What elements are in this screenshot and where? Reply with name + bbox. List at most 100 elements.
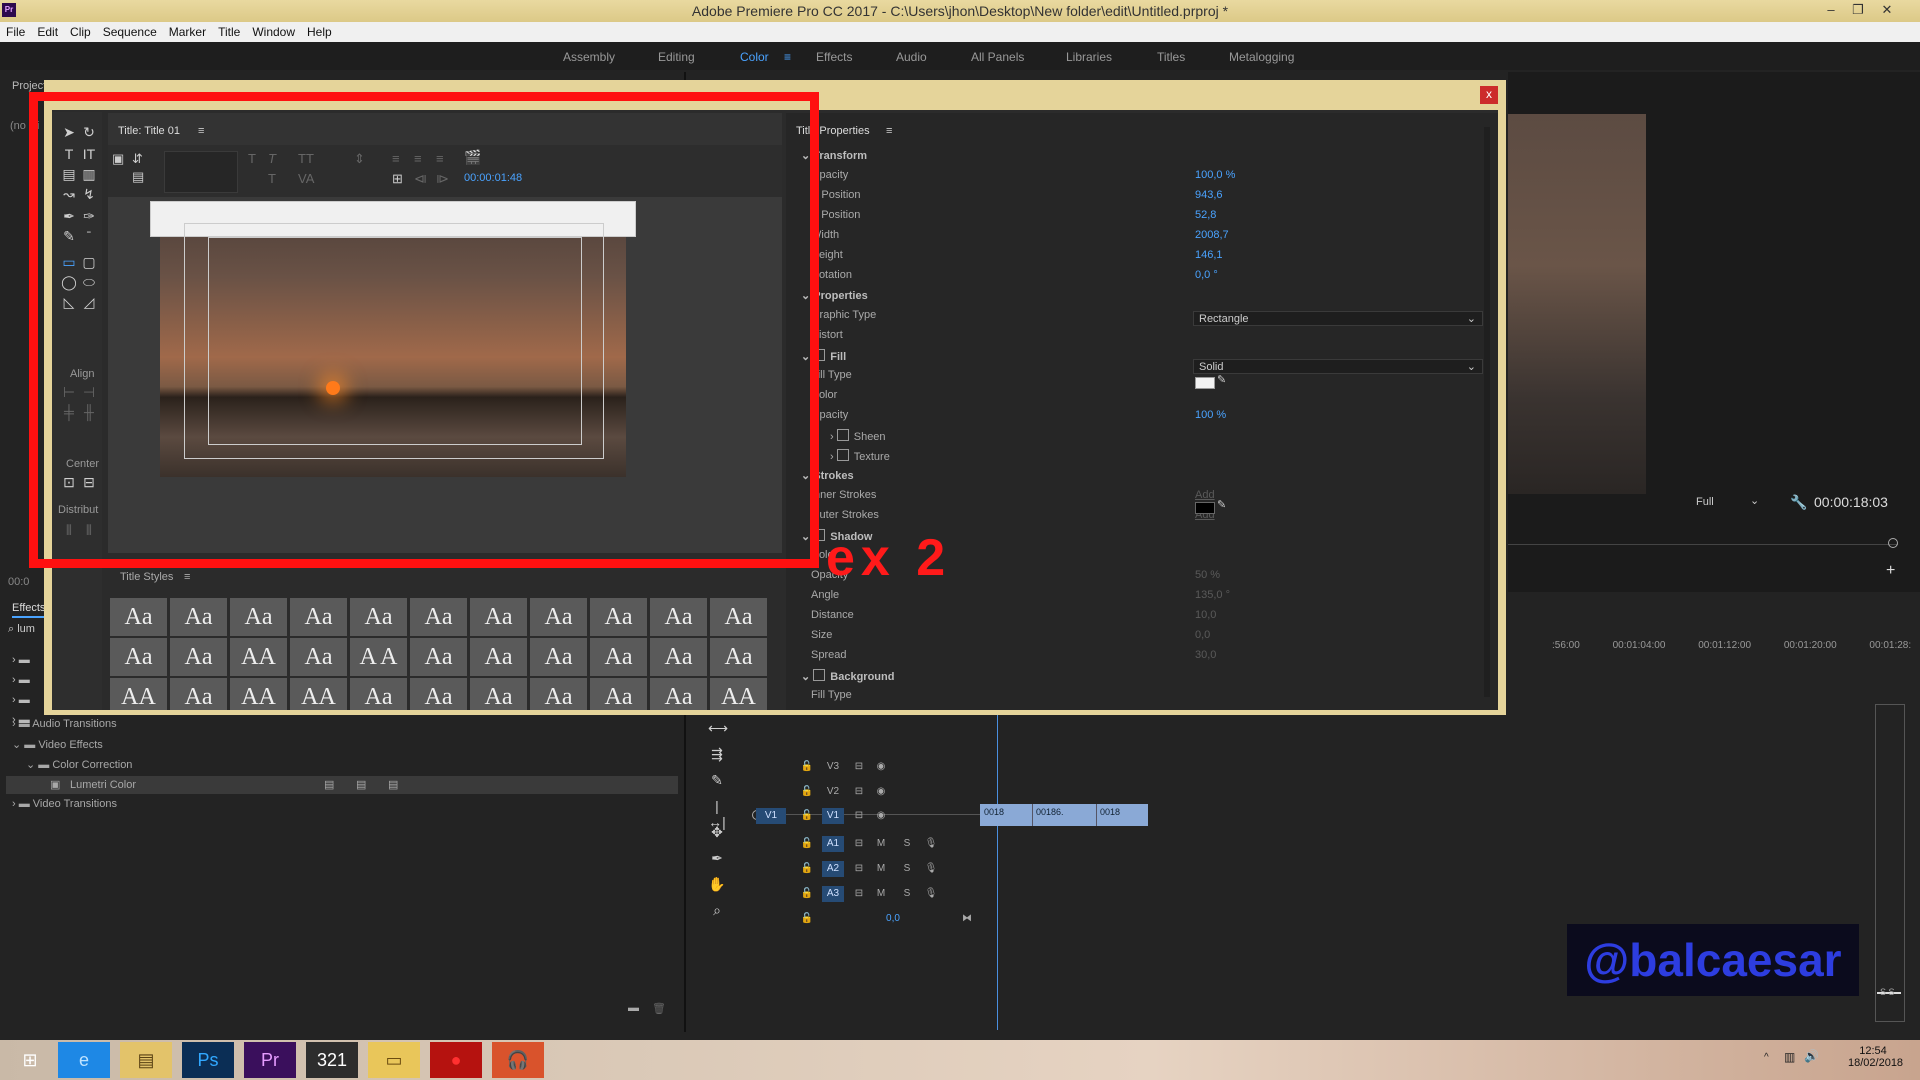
- title-style-swatch[interactable]: Aa: [710, 638, 767, 676]
- property-checkbox[interactable]: [813, 529, 826, 541]
- bold-icon[interactable]: T: [248, 151, 256, 166]
- network-icon[interactable]: ▥: [1784, 1050, 1795, 1064]
- taskbar-recorder-icon[interactable]: ●: [430, 1042, 482, 1078]
- property-row[interactable]: Angle: [811, 589, 839, 601]
- title-style-swatch[interactable]: Aa: [350, 598, 407, 636]
- menu-file[interactable]: File: [0, 22, 31, 39]
- effects-folder-collapsed[interactable]: › ▬: [12, 694, 30, 706]
- font-size-icon[interactable]: TT: [298, 151, 314, 166]
- taskbar-internet-explorer-icon[interactable]: e: [58, 1042, 110, 1078]
- eye-icon[interactable]: ◉: [870, 759, 892, 775]
- title-style-swatch[interactable]: Aa: [470, 678, 527, 710]
- eye-icon[interactable]: ◉: [870, 808, 892, 824]
- program-scrubber[interactable]: [1508, 534, 1898, 545]
- lock-icon[interactable]: 🔓: [796, 836, 818, 852]
- project-tab[interactable]: Project: [12, 80, 46, 92]
- close-window-button[interactable]: ✕: [1874, 1, 1900, 19]
- title-style-swatch[interactable]: Aa: [470, 638, 527, 676]
- workspace-color[interactable]: Color: [740, 50, 769, 64]
- solo-button[interactable]: S: [896, 886, 918, 902]
- distribute-right-icon[interactable]: ⫴: [80, 522, 98, 538]
- title-styles-tab[interactable]: Title Styles: [120, 571, 173, 583]
- track-name[interactable]: A1: [822, 836, 844, 852]
- tree-item-color-correction[interactable]: ⌄ ▬ Color Correction: [26, 758, 132, 771]
- property-row[interactable]: Fill Type: [811, 689, 852, 701]
- property-value[interactable]: 50 %: [1195, 569, 1220, 581]
- align-left-text-icon[interactable]: ≡: [392, 151, 400, 166]
- underline-icon[interactable]: T: [268, 171, 276, 186]
- wedge-tool-icon[interactable]: ◺: [60, 294, 78, 310]
- panel-menu-icon[interactable]: ≡: [198, 125, 204, 137]
- center-horizontal-icon[interactable]: ⊡: [60, 474, 78, 490]
- title-style-swatch[interactable]: Aa: [590, 638, 647, 676]
- title-style-swatch[interactable]: Aa: [110, 598, 167, 636]
- property-row[interactable]: Opacity: [811, 169, 848, 181]
- master-volume-value[interactable]: 0,0: [882, 911, 904, 927]
- background-timecode[interactable]: 00:00:01:48: [464, 172, 522, 184]
- font-family-select[interactable]: [164, 151, 238, 193]
- property-row[interactable]: Inner Strokes: [811, 489, 876, 501]
- track-name[interactable]: V2: [822, 784, 844, 800]
- align-middle-icon[interactable]: ╫: [80, 404, 98, 420]
- property-checkbox[interactable]: [836, 429, 849, 441]
- vertical-path-type-tool-icon[interactable]: ↯: [80, 186, 98, 202]
- shadow-color-swatch[interactable]: [1195, 502, 1215, 514]
- title-style-swatch[interactable]: Aa: [350, 678, 407, 710]
- delete-icon[interactable]: 🗑: [652, 1002, 666, 1015]
- title-style-swatch[interactable]: Aa: [470, 598, 527, 636]
- title-style-swatch[interactable]: AA: [110, 678, 167, 710]
- microphone-icon[interactable]: 🎙: [920, 861, 942, 877]
- menu-clip[interactable]: Clip: [64, 22, 97, 39]
- track-name[interactable]: V3: [822, 759, 844, 775]
- property-section[interactable]: ⌄ Transform: [801, 149, 867, 162]
- workspace-metalogging[interactable]: Metalogging: [1229, 50, 1294, 64]
- delete-anchor-tool-icon[interactable]: ✑: [80, 208, 98, 224]
- microphone-icon[interactable]: 🎙: [920, 836, 942, 852]
- restore-button[interactable]: ❐: [1845, 1, 1871, 19]
- title-style-swatch[interactable]: Aa: [650, 678, 707, 710]
- taskbar-file-explorer-icon[interactable]: ▤: [120, 1042, 172, 1078]
- eyedropper-icon[interactable]: ✎: [1217, 373, 1226, 386]
- path-type-tool-icon[interactable]: ↝: [60, 186, 78, 202]
- scrubber-handle[interactable]: [1888, 538, 1898, 548]
- property-row[interactable]: Distort: [811, 329, 843, 341]
- title-style-swatch[interactable]: Aa: [590, 678, 647, 710]
- workspace-assembly[interactable]: Assembly: [563, 50, 615, 64]
- property-value[interactable]: 10,0: [1195, 609, 1216, 621]
- property-section[interactable]: ⌄ Strokes: [801, 469, 854, 482]
- title-style-swatch[interactable]: Aa: [290, 598, 347, 636]
- ripple-edit-tool-icon[interactable]: ⟷: [708, 720, 728, 736]
- title-style-swatch[interactable]: Aa: [290, 638, 347, 676]
- go-to-end-icon[interactable]: ⧓: [956, 911, 978, 927]
- title-style-swatch[interactable]: Aa: [650, 638, 707, 676]
- sync-lock-icon[interactable]: ⊟: [848, 836, 870, 852]
- title-style-swatch[interactable]: AA: [710, 678, 767, 710]
- menu-title[interactable]: Title: [212, 22, 246, 39]
- title-style-swatch[interactable]: Aa: [650, 598, 707, 636]
- menu-marker[interactable]: Marker: [163, 22, 212, 39]
- arc-tool-icon[interactable]: ◿: [80, 294, 98, 310]
- property-value[interactable]: 2008,7: [1195, 229, 1229, 241]
- center-vertical-icon[interactable]: ⊟: [80, 474, 98, 490]
- mute-button[interactable]: M: [870, 886, 892, 902]
- taskbar-photoshop-icon[interactable]: Ps: [182, 1042, 234, 1078]
- taskbar-audio-icon[interactable]: 🎧: [492, 1042, 544, 1078]
- show-background-video-icon[interactable]: 🎬: [464, 149, 481, 166]
- tab-stops-icon[interactable]: ▤: [132, 169, 144, 185]
- convert-anchor-tool-icon[interactable]: ˉ: [80, 228, 98, 244]
- lock-icon[interactable]: 🔓: [796, 911, 818, 927]
- property-value[interactable]: Add: [1195, 489, 1215, 501]
- align-right-icon[interactable]: ⊣: [80, 384, 98, 400]
- menu-edit[interactable]: Edit: [31, 22, 64, 39]
- workspace-audio[interactable]: Audio: [896, 50, 927, 64]
- clip[interactable]: 0018: [980, 804, 1033, 826]
- property-value[interactable]: 135,0 °: [1195, 589, 1230, 601]
- hand-tool-icon[interactable]: ✋: [708, 876, 726, 892]
- leading-icon[interactable]: ⇕: [354, 151, 365, 167]
- ellipse-tool-icon[interactable]: ◯: [60, 274, 78, 290]
- eye-icon[interactable]: ◉: [870, 784, 892, 800]
- property-value[interactable]: 52,8: [1195, 209, 1216, 221]
- property-section[interactable]: ⌄ Properties: [801, 289, 868, 302]
- property-row[interactable]: › Texture: [830, 449, 890, 463]
- property-row[interactable]: X Position: [811, 189, 861, 201]
